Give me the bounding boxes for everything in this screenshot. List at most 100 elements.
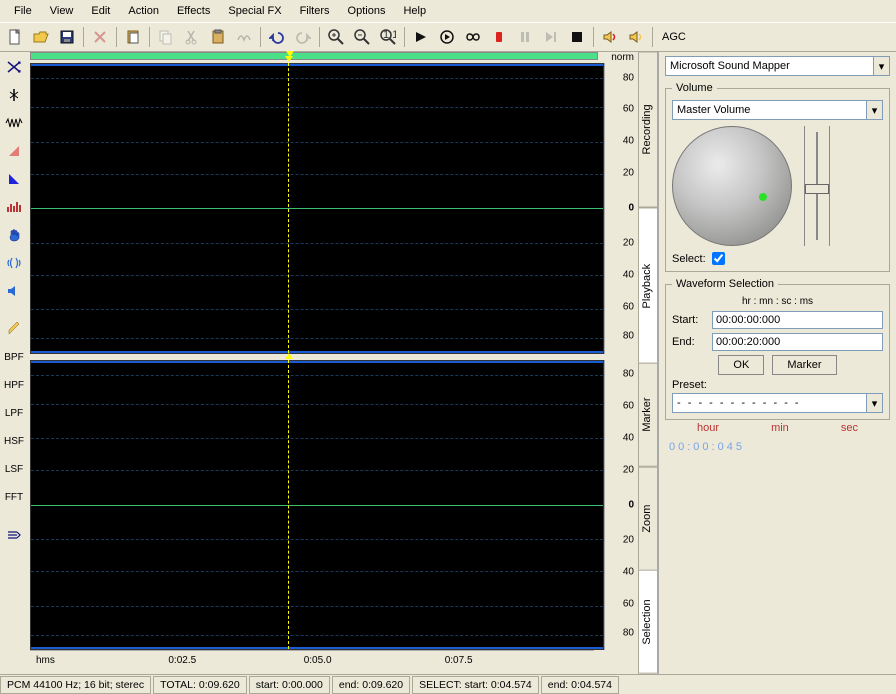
record-icon[interactable] bbox=[487, 25, 511, 49]
toolbar: 1:1 AGC bbox=[0, 22, 896, 52]
tool-echo-icon[interactable] bbox=[3, 252, 25, 274]
clipboard-paste-special-icon[interactable] bbox=[121, 25, 145, 49]
menu-file[interactable]: File bbox=[6, 2, 40, 20]
sound-device-value: Microsoft Sound Mapper bbox=[666, 60, 873, 72]
sound-device-dropdown[interactable]: Microsoft Sound Mapper ▾ bbox=[665, 56, 890, 76]
volume-group: Volume Master Volume ▾ Select: bbox=[665, 82, 890, 272]
menu-edit[interactable]: Edit bbox=[83, 2, 118, 20]
end-time-input[interactable] bbox=[712, 333, 883, 351]
zoom-out-icon[interactable] bbox=[350, 25, 374, 49]
tool-hpf[interactable]: HPF bbox=[3, 374, 25, 396]
tab-recording[interactable]: Recording bbox=[638, 52, 658, 208]
time-axis[interactable]: hms 0:02.5 0:05.0 0:07.5 bbox=[30, 650, 594, 674]
redo-icon bbox=[291, 25, 315, 49]
chevron-down-icon[interactable]: ▾ bbox=[866, 394, 882, 412]
tool-speaker-icon[interactable] bbox=[3, 280, 25, 302]
waveform-left-channel[interactable] bbox=[30, 63, 604, 354]
new-icon[interactable] bbox=[3, 25, 27, 49]
waveform-selection-legend: Waveform Selection bbox=[672, 278, 778, 290]
waveform-selection-group: Waveform Selection hr : mn : sc : ms Sta… bbox=[665, 278, 890, 420]
ok-button[interactable]: OK bbox=[718, 355, 764, 375]
agc-button[interactable]: AGC bbox=[657, 25, 691, 49]
tool-fadeout-icon[interactable] bbox=[3, 168, 25, 190]
time-axis-unit: hms bbox=[36, 655, 55, 666]
volume-knob[interactable] bbox=[672, 126, 792, 246]
volume-slider[interactable] bbox=[804, 126, 830, 246]
menubar: File View Edit Action Effects Special FX… bbox=[0, 0, 896, 22]
save-icon[interactable] bbox=[55, 25, 79, 49]
tool-bars-icon[interactable] bbox=[3, 196, 25, 218]
tool-crossfade-icon[interactable] bbox=[3, 56, 25, 78]
next-icon bbox=[539, 25, 563, 49]
tool-fft[interactable]: FFT bbox=[3, 486, 25, 508]
start-time-input[interactable] bbox=[712, 311, 883, 329]
menu-help[interactable]: Help bbox=[395, 2, 434, 20]
tool-align-icon[interactable] bbox=[3, 84, 25, 106]
volume-channel-dropdown[interactable]: Master Volume ▾ bbox=[672, 100, 883, 120]
menu-filters[interactable]: Filters bbox=[292, 2, 338, 20]
tab-selection[interactable]: Selection bbox=[638, 570, 658, 674]
amplitude-scale-bottom: 80 60 40 20 0 20 40 60 80 bbox=[604, 360, 638, 651]
status-format: PCM 44100 Hz; 16 bit; sterec bbox=[0, 676, 151, 694]
volume-select-label: Select: bbox=[672, 253, 706, 265]
tool-hsf[interactable]: HSF bbox=[3, 430, 25, 452]
amplitude-scale-top: 80 60 40 20 0 20 40 60 80 bbox=[604, 63, 638, 354]
status-total: TOTAL: 0:09.620 bbox=[153, 676, 247, 694]
speaker-right-icon[interactable] bbox=[624, 25, 648, 49]
menu-effects[interactable]: Effects bbox=[169, 2, 218, 20]
tab-marker[interactable]: Marker bbox=[638, 363, 658, 467]
time-display: hour min sec 00:00:045 bbox=[665, 426, 890, 462]
chevron-down-icon[interactable]: ▾ bbox=[866, 101, 882, 119]
play-loop-icon[interactable] bbox=[435, 25, 459, 49]
tool-bpf[interactable]: BPF bbox=[3, 346, 25, 368]
cut-icon bbox=[180, 25, 204, 49]
tab-zoom[interactable]: Zoom bbox=[638, 467, 658, 571]
tool-lsf[interactable]: LSF bbox=[3, 458, 25, 480]
volume-legend: Volume bbox=[672, 82, 717, 94]
time-tick: 0:07.5 bbox=[445, 655, 473, 666]
open-icon[interactable] bbox=[29, 25, 53, 49]
marker-button[interactable]: Marker bbox=[772, 355, 836, 375]
mix-icon bbox=[232, 25, 256, 49]
stop-icon[interactable] bbox=[565, 25, 589, 49]
time-tick: 0:02.5 bbox=[168, 655, 196, 666]
play-icon[interactable] bbox=[409, 25, 433, 49]
clock-min-label: min bbox=[771, 422, 789, 434]
status-select-end: end: 0:04.574 bbox=[541, 676, 619, 694]
status-select-start: SELECT: start: 0:04.574 bbox=[412, 676, 539, 694]
tool-hand-icon[interactable] bbox=[3, 224, 25, 246]
preset-dropdown[interactable]: - - - - - - - - - - - - ▾ bbox=[672, 393, 883, 413]
right-panel: Microsoft Sound Mapper ▾ Volume Master V… bbox=[658, 52, 896, 674]
copy-icon bbox=[154, 25, 178, 49]
time-tick: 0:05.0 bbox=[304, 655, 332, 666]
menu-options[interactable]: Options bbox=[340, 2, 394, 20]
menu-action[interactable]: Action bbox=[120, 2, 167, 20]
tab-playback[interactable]: Playback bbox=[638, 208, 658, 364]
statusbar: PCM 44100 Hz; 16 bit; sterec TOTAL: 0:09… bbox=[0, 674, 896, 694]
paste-icon[interactable] bbox=[206, 25, 230, 49]
waveform-right-channel[interactable] bbox=[30, 360, 604, 651]
menu-specialfx[interactable]: Special FX bbox=[220, 2, 289, 20]
undo-icon[interactable] bbox=[265, 25, 289, 49]
speaker-left-icon[interactable] bbox=[598, 25, 622, 49]
tool-pencil-icon[interactable] bbox=[3, 318, 25, 340]
clock-digits: 00:00:045 bbox=[669, 441, 745, 453]
tool-arrow-icon[interactable] bbox=[3, 524, 25, 546]
loop-infinite-icon[interactable] bbox=[461, 25, 485, 49]
status-start: start: 0:00.000 bbox=[249, 676, 330, 694]
chevron-down-icon[interactable]: ▾ bbox=[873, 57, 889, 75]
volume-select-checkbox[interactable] bbox=[712, 252, 725, 265]
tool-waveform-icon[interactable] bbox=[3, 112, 25, 134]
tool-lpf[interactable]: LPF bbox=[3, 402, 25, 424]
waveform-area: norm bbox=[28, 52, 638, 674]
pause-icon bbox=[513, 25, 537, 49]
overview-strip[interactable] bbox=[30, 52, 598, 60]
preset-label: Preset: bbox=[672, 379, 883, 391]
end-label: End: bbox=[672, 336, 708, 348]
zoom-fit-icon[interactable]: 1:1 bbox=[376, 25, 400, 49]
menu-view[interactable]: View bbox=[42, 2, 82, 20]
tool-fadein-icon[interactable] bbox=[3, 140, 25, 162]
clock-sec-label: sec bbox=[841, 422, 858, 434]
norm-label: norm bbox=[604, 52, 638, 63]
zoom-in-icon[interactable] bbox=[324, 25, 348, 49]
